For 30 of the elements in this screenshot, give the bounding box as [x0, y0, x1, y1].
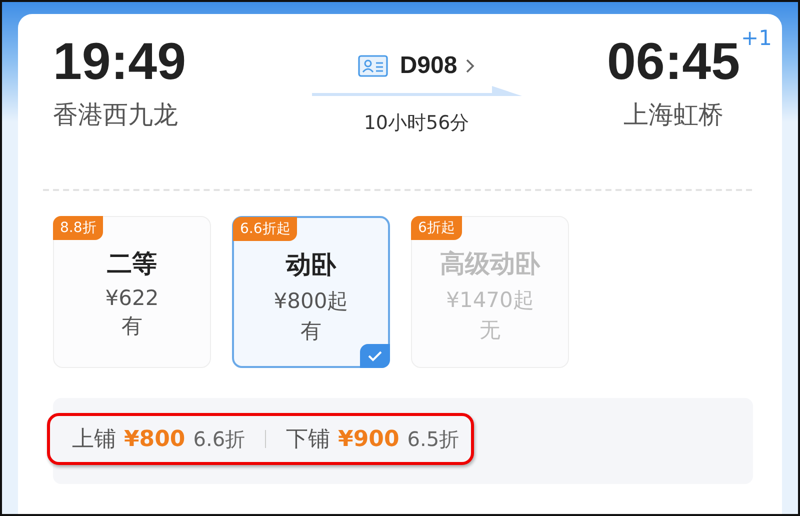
seat-class-name: 二等	[107, 248, 157, 280]
trip-duration: 10小时56分	[364, 111, 470, 136]
check-icon	[360, 344, 390, 368]
seat-class-option[interactable]: 8.8折 二等 ¥622 有	[53, 216, 211, 368]
chevron-right-icon	[465, 58, 476, 74]
seat-price: ¥1470起	[446, 287, 534, 314]
next-day-label: +1	[741, 26, 772, 50]
arrival-station: 上海虹桥	[624, 99, 724, 131]
berth-discount: 6.6折	[193, 426, 246, 452]
berth-name: 下铺	[286, 426, 330, 454]
departure-time: 19:49	[53, 36, 186, 88]
seat-class-option[interactable]: 6.6折起 动卧 ¥800起 有	[232, 216, 390, 368]
discount-badge: 6.6折起	[233, 217, 298, 241]
departure-station: 香港西九龙	[53, 99, 178, 131]
berth-name: 上铺	[72, 426, 116, 454]
berth-price: ¥800	[124, 426, 186, 452]
berth-discount: 6.5折	[407, 426, 460, 452]
seat-availability: 无	[480, 317, 500, 344]
discount-badge: 6折起	[411, 216, 462, 240]
seat-class-name: 动卧	[286, 249, 336, 281]
seat-availability: 有	[300, 318, 322, 345]
seat-availability: 有	[122, 313, 142, 340]
seat-class-name: 高级动卧	[440, 248, 540, 280]
train-number-link[interactable]: D908	[400, 52, 458, 80]
discount-badge: 8.8折	[53, 216, 104, 240]
seat-price: ¥800起	[274, 288, 348, 315]
seat-price: ¥622	[105, 286, 159, 310]
arrival-time: 06:45	[607, 33, 740, 91]
berth-price: ¥900	[338, 426, 400, 452]
id-card-icon	[358, 55, 388, 77]
